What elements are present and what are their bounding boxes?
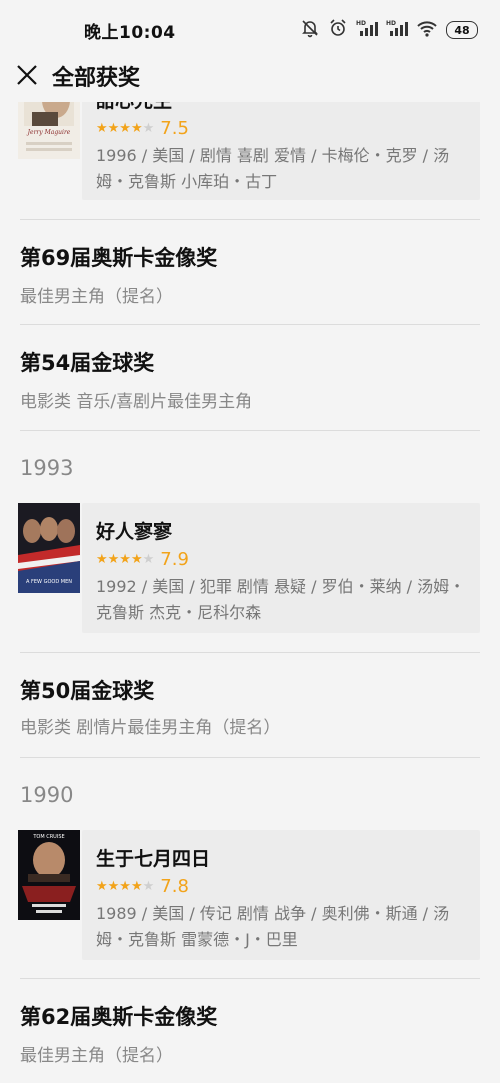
svg-text:A FEW GOOD MEN: A FEW GOOD MEN [26,579,72,585]
status-bar: 晚上10:04 HD HD 48 [0,0,500,56]
award-title[interactable]: 第50届金球奖 [20,675,154,705]
award-category: 最佳男主角（提名） [20,1046,173,1066]
film-meta: 1992 / 美国 / 犯罪 剧情 悬疑 / 罗伯・莱纳 / 汤姆・克鲁斯 杰克… [96,577,466,622]
svg-text:Jerry Maguire: Jerry Maguire [26,129,71,136]
year-heading: 1993 [20,456,74,480]
rating-stars: ★★★★★ [96,121,155,136]
award-title[interactable]: 第62届奥斯卡金像奖 [20,1001,217,1031]
divider [20,757,480,758]
divider [20,652,480,653]
signal-hd-icon: HD [356,18,378,42]
rating-stars: ★★★★★ [96,879,155,894]
year-heading: 1990 [20,783,74,807]
film-poster[interactable]: TOM CRUISE [18,830,80,920]
status-time: 晚上10:04 [84,23,176,43]
nav-bar: 全部获奖 [0,56,500,102]
rating-score: 7.8 [160,876,189,897]
close-icon[interactable] [12,60,42,90]
film-title[interactable]: 生于七月四日 [96,844,210,871]
film-meta: 1996 / 美国 / 剧情 喜剧 爱情 / 卡梅伦・克罗 / 汤姆・克鲁斯 小… [96,146,450,191]
battery-icon: 48 [446,21,478,39]
svg-text:HD: HD [356,20,366,27]
wifi-icon [416,18,438,42]
award-title[interactable]: 第69届奥斯卡金像奖 [20,242,217,272]
film-meta: 1989 / 美国 / 传记 剧情 战争 / 奥利佛・斯通 / 汤姆・克鲁斯 雷… [96,904,450,949]
award-category: 最佳男主角（提名） [20,287,173,307]
svg-text:HD: HD [386,20,396,27]
award-title[interactable]: 第54届金球奖 [20,347,154,377]
mute-bell-icon [300,18,320,42]
rating-score: 7.5 [160,118,189,139]
divider [20,978,480,979]
divider [20,430,480,431]
film-poster[interactable]: A FEW GOOD MEN [18,503,80,593]
film-title[interactable]: 好人寥寥 [96,517,172,544]
page-title: 全部获奖 [52,66,141,91]
award-category: 电影类 剧情片最佳男主角（提名） [20,718,281,738]
film-rating: ★★★★★ 7.8 [96,876,189,897]
divider [20,324,480,325]
divider [20,219,480,220]
film-rating: ★★★★★ 7.5 [96,118,189,139]
film-rating: ★★★★★ 7.9 [96,549,189,570]
alarm-icon [328,18,348,42]
awards-list[interactable]: Jerry Maguire 甜心先生 ★★★★★ 7.5 1996 / 美国 /… [0,102,500,1083]
award-category: 电影类 音乐/喜剧片最佳男主角 [20,392,253,412]
film-title[interactable]: 甜心先生 [96,102,172,113]
rating-score: 7.9 [160,549,189,570]
film-poster[interactable]: Jerry Maguire [18,102,80,159]
svg-text:TOM CRUISE: TOM CRUISE [32,834,64,840]
rating-stars: ★★★★★ [96,552,155,567]
signal-hd-icon-2: HD [386,18,408,42]
status-icons: HD HD 48 [300,18,478,42]
